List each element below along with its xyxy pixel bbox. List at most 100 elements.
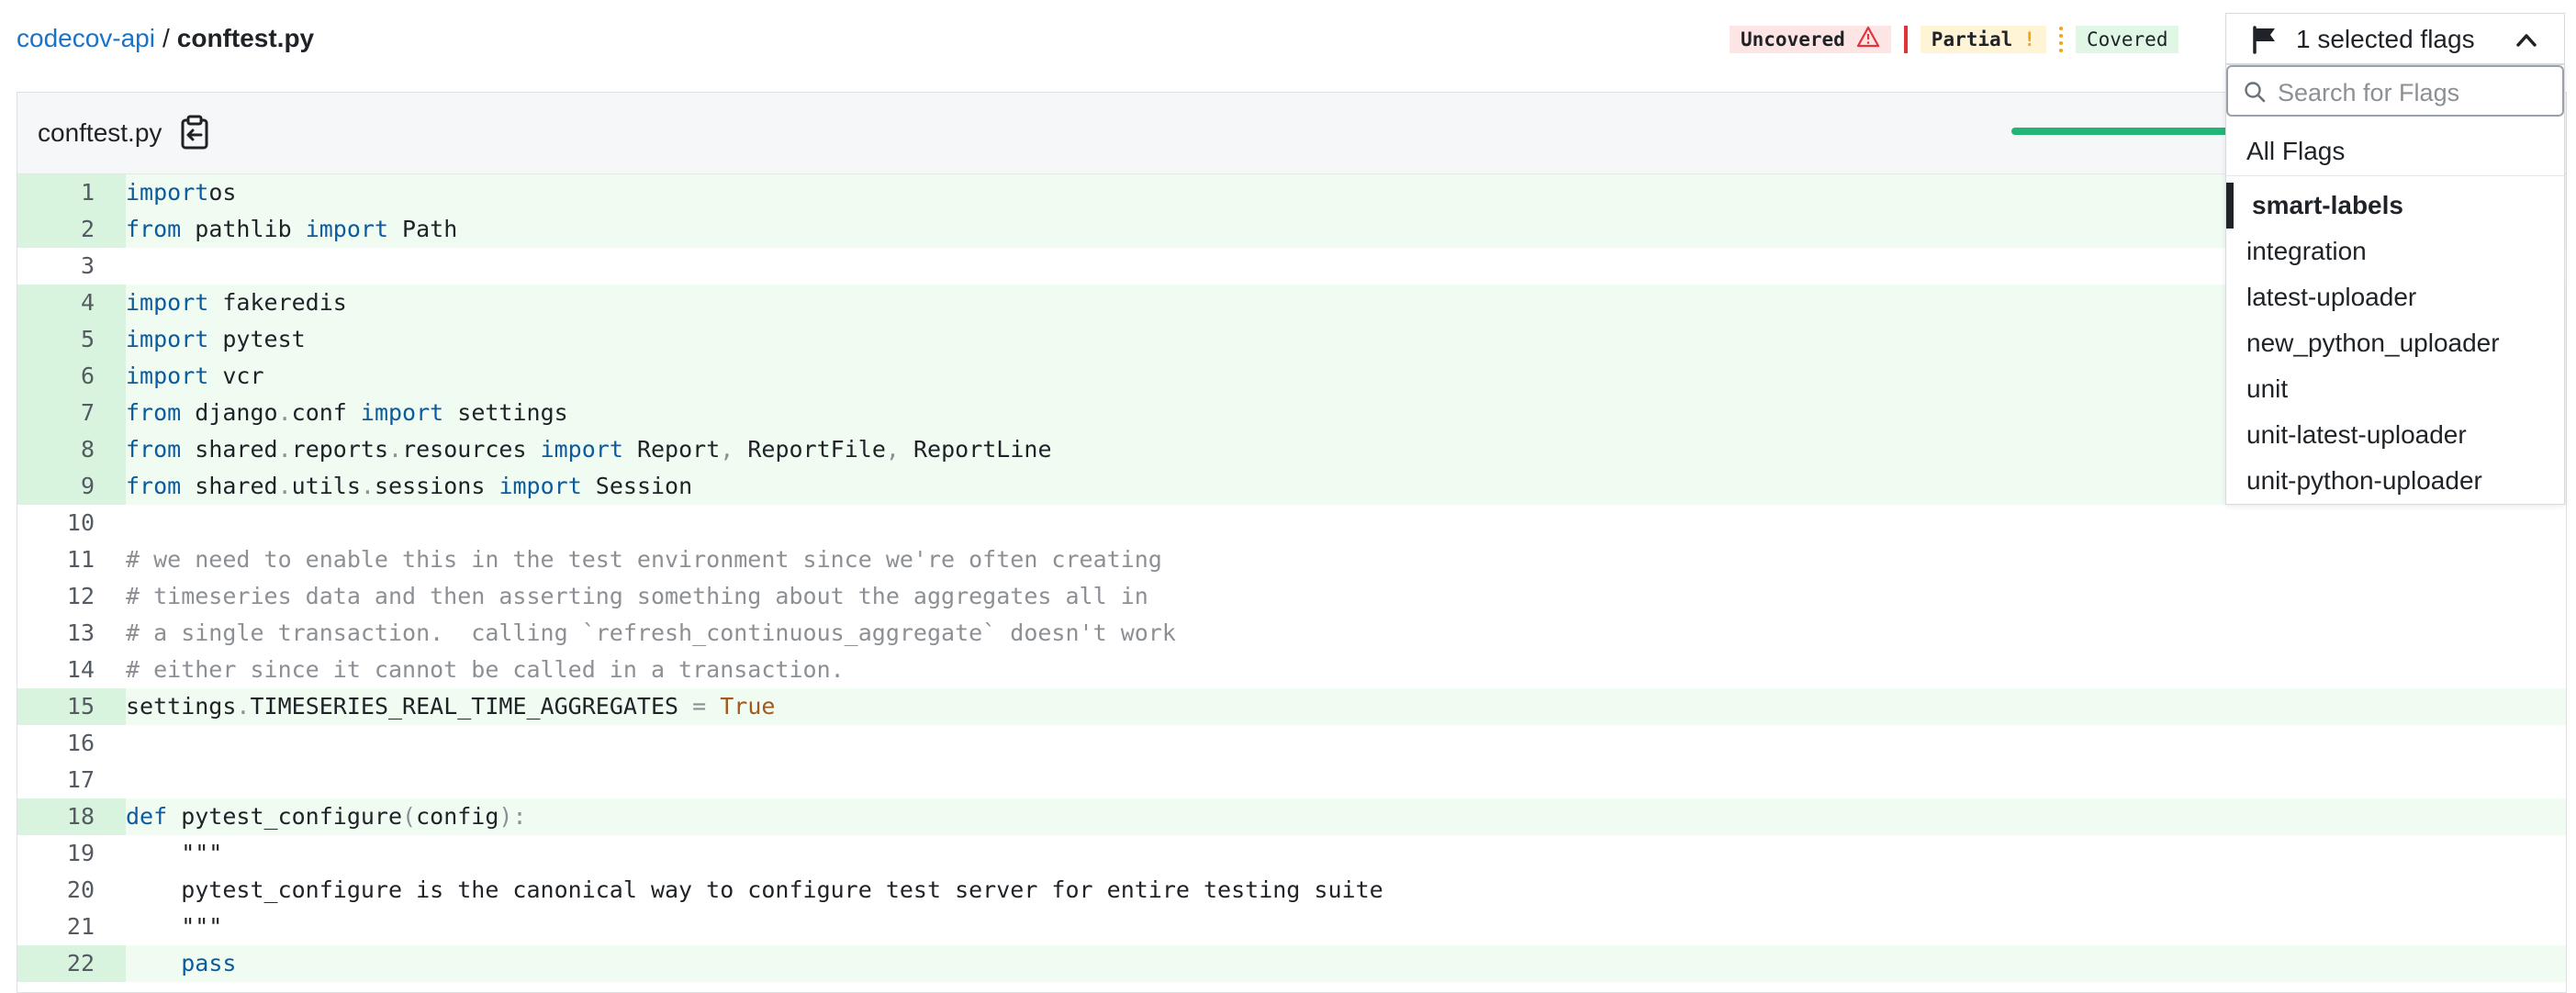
line-number[interactable]: 10: [17, 505, 126, 541]
line-source: [126, 725, 2566, 762]
code-token: pass: [181, 950, 237, 976]
line-number[interactable]: 9: [17, 468, 126, 505]
breadcrumb: codecov-api / conftest.py: [17, 20, 314, 57]
code-line: 2 from pathlib import Path: [17, 211, 2566, 248]
flag-option[interactable]: unit: [2226, 366, 2564, 412]
code-line: 10: [17, 505, 2566, 541]
line-number[interactable]: 22: [17, 945, 126, 982]
line-number[interactable]: 19: [17, 835, 126, 872]
line-number[interactable]: 17: [17, 762, 126, 798]
file-viewer: conftest.py 1 importos 2 from pathlib impor…: [17, 92, 2567, 993]
code-token: import: [126, 289, 209, 316]
flag-option[interactable]: unit-python-uploader: [2226, 458, 2564, 504]
code-line: 13 # a single transaction. calling `refre…: [17, 615, 2566, 652]
line-number[interactable]: 13: [17, 615, 126, 652]
line-number[interactable]: 3: [17, 248, 126, 285]
code-token: pytest_configure is the canonical way to…: [126, 876, 1383, 903]
code-token: import: [540, 436, 623, 463]
flag-option-label: unit-latest-uploader: [2246, 420, 2467, 449]
code-line: 3: [17, 248, 2566, 285]
legend-covered: Covered: [2075, 26, 2179, 53]
all-flags-label: All Flags: [2246, 137, 2346, 165]
chevron-up-icon: [2513, 27, 2540, 54]
flags-search-input[interactable]: [2276, 74, 2555, 111]
code-token: pytest_configure: [167, 803, 403, 830]
code-token: from: [126, 216, 182, 242]
code-token: pathlib: [181, 216, 306, 242]
line-source: settings.TIMESERIES_REAL_TIME_AGGREGATES…: [126, 688, 2566, 725]
code-line: 20 pytest_configure is the canonical way…: [17, 872, 2566, 909]
code-line: 5 import pytest: [17, 321, 2566, 358]
file-name: conftest.py: [38, 118, 162, 147]
search-icon: [2243, 80, 2267, 104]
code-line: 7 from django.conf import settings: [17, 395, 2566, 431]
code-line: 22 pass: [17, 945, 2566, 982]
code-token: import: [305, 216, 388, 242]
flag-option[interactable]: smart-labels: [2226, 183, 2564, 229]
flag-option-label: unit-python-uploader: [2246, 466, 2482, 495]
line-source: from django.conf import settings: [126, 395, 2566, 431]
line-number[interactable]: 15: [17, 688, 126, 725]
code-token: from: [126, 436, 182, 463]
code-token: # we need to enable this in the test env…: [126, 546, 1162, 573]
flag-option[interactable]: integration: [2226, 229, 2564, 274]
line-number[interactable]: 21: [17, 909, 126, 945]
flag-option[interactable]: latest-uploader: [2226, 274, 2564, 320]
flag-option[interactable]: unit-latest-uploader: [2226, 412, 2564, 458]
line-number[interactable]: 18: [17, 798, 126, 835]
line-number[interactable]: 2: [17, 211, 126, 248]
code-token: from: [126, 399, 182, 426]
line-number[interactable]: 4: [17, 285, 126, 321]
clipboard-copy-icon[interactable]: [177, 115, 212, 151]
line-number[interactable]: 16: [17, 725, 126, 762]
line-source: # we need to enable this in the test env…: [126, 541, 2566, 578]
line-number[interactable]: 20: [17, 872, 126, 909]
line-number[interactable]: 5: [17, 321, 126, 358]
code-token: Report: [622, 436, 721, 463]
code-token: TIMESERIES_REAL_TIME_AGGREGATES: [250, 693, 693, 720]
line-source: def pytest_configure(config):: [126, 798, 2566, 835]
code-token: # either since it cannot be called in a …: [126, 656, 845, 683]
line-number[interactable]: 6: [17, 358, 126, 395]
code-token: shared: [181, 436, 278, 463]
legend-uncovered-label: Uncovered: [1741, 28, 1845, 50]
code-line: 8 from shared.reports.resources import Re…: [17, 431, 2566, 468]
code-line: 9 from shared.utils.sessions import Sessi…: [17, 468, 2566, 505]
code-token: settings: [126, 693, 237, 720]
code-token: sessions: [374, 473, 499, 499]
code-line: 19 """: [17, 835, 2566, 872]
code-line: 6 import vcr: [17, 358, 2566, 395]
code-token: .: [277, 436, 292, 463]
line-number[interactable]: 11: [17, 541, 126, 578]
code-token: .: [360, 473, 375, 499]
partial-marker: [2058, 27, 2063, 52]
breadcrumb-repo-link[interactable]: codecov-api: [17, 24, 155, 52]
flag-option[interactable]: new_python_uploader: [2226, 320, 2564, 366]
line-source: import vcr: [126, 358, 2566, 395]
line-number[interactable]: 12: [17, 578, 126, 615]
code-token: .: [277, 473, 292, 499]
code-token: import: [498, 473, 582, 499]
line-number[interactable]: 1: [17, 174, 126, 211]
code-token: shared: [181, 473, 278, 499]
code-token: # timeseries data and then asserting som…: [126, 583, 1148, 609]
code-token: True: [706, 693, 776, 720]
line-source: import fakeredis: [126, 285, 2566, 321]
line-number[interactable]: 8: [17, 431, 126, 468]
code-token: import: [126, 326, 209, 352]
code-token: """: [126, 913, 223, 940]
code-token: fakeredis: [208, 289, 347, 316]
line-number[interactable]: 7: [17, 395, 126, 431]
code-token: django: [181, 399, 278, 426]
line-source: [126, 248, 2566, 285]
flag-option-label: unit: [2246, 374, 2289, 403]
line-source: pytest_configure is the canonical way to…: [126, 872, 2566, 909]
warning-triangle-icon: [1856, 26, 1880, 53]
code-token: """: [126, 840, 223, 866]
code-line: 1 importos: [17, 174, 2566, 211]
code-token: (: [402, 803, 417, 830]
all-flags-option[interactable]: All Flags: [2226, 126, 2564, 176]
line-number[interactable]: 14: [17, 652, 126, 688]
flags-select-button[interactable]: 1 selected flags: [2225, 13, 2565, 64]
